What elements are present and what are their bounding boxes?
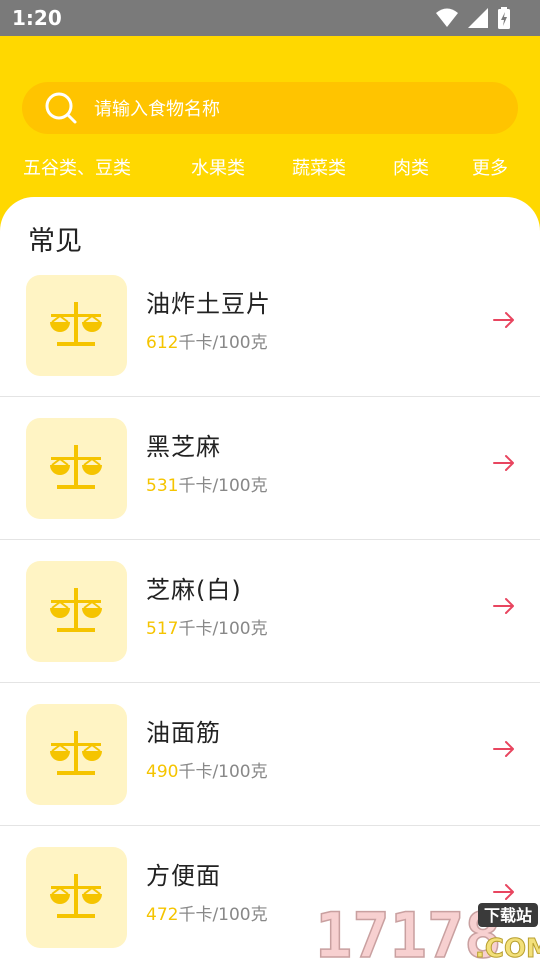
search-bar[interactable]: 请输入食物名称 — [22, 82, 518, 134]
arrow-right-icon[interactable] — [492, 739, 516, 759]
food-name: 芝麻(白) — [146, 576, 242, 604]
food-thumbnail — [26, 561, 127, 662]
calorie-unit: 千卡/100克 — [178, 476, 268, 496]
calorie-unit: 千卡/100克 — [178, 905, 268, 925]
balance-scale-icon — [50, 445, 102, 489]
food-item[interactable]: 油面筋 490千卡/100克 — [0, 683, 540, 826]
food-thumbnail — [26, 275, 127, 376]
signal-icon — [468, 8, 488, 28]
calorie-unit: 千卡/100克 — [178, 619, 268, 639]
arrow-right-icon[interactable] — [492, 596, 516, 616]
calorie-value: 517 — [146, 619, 179, 639]
calorie-value: 531 — [146, 476, 179, 496]
food-name: 黑芝麻 — [146, 433, 221, 461]
food-calories: 517千卡/100克 — [146, 614, 268, 639]
watermark-domain: .COM — [475, 934, 540, 960]
tab-grains-beans[interactable]: 五谷类、豆类 — [23, 154, 131, 180]
food-name: 油面筋 — [146, 719, 221, 747]
balance-scale-icon — [50, 731, 102, 775]
food-name: 方便面 — [146, 862, 221, 890]
food-thumbnail — [26, 847, 127, 948]
watermark-logo: 17178 下载站 .COM — [315, 898, 540, 960]
watermark-badge: 下载站 — [484, 906, 532, 925]
status-time: 1:20 — [12, 6, 62, 30]
calorie-unit: 千卡/100克 — [178, 333, 268, 353]
balance-scale-icon — [50, 302, 102, 346]
food-name: 油炸土豆片 — [146, 290, 271, 318]
wifi-icon — [436, 8, 458, 27]
food-calories: 612千卡/100克 — [146, 328, 268, 353]
food-calories: 472千卡/100克 — [146, 900, 268, 925]
tab-meat[interactable]: 肉类 — [393, 154, 429, 180]
calorie-value: 472 — [146, 905, 179, 925]
food-item[interactable]: 油炸土豆片 612千卡/100克 — [0, 254, 540, 397]
tab-vegetables[interactable]: 蔬菜类 — [292, 154, 346, 180]
status-bar: 1:20 — [0, 0, 540, 36]
food-item[interactable]: 黑芝麻 531千卡/100克 — [0, 397, 540, 540]
food-thumbnail — [26, 418, 127, 519]
calorie-unit: 千卡/100克 — [178, 762, 268, 782]
arrow-right-icon[interactable] — [492, 453, 516, 473]
food-calories: 531千卡/100克 — [146, 471, 268, 496]
tab-more[interactable]: 更多 — [472, 154, 508, 180]
tab-fruits[interactable]: 水果类 — [191, 154, 245, 180]
calorie-value: 490 — [146, 762, 179, 782]
search-input[interactable]: 请输入食物名称 — [94, 95, 220, 121]
search-icon — [45, 92, 77, 124]
watermark-number: 17178 — [315, 899, 502, 960]
food-calories: 490千卡/100克 — [146, 757, 268, 782]
battery-icon — [498, 7, 510, 29]
calorie-value: 612 — [146, 333, 179, 353]
balance-scale-icon — [50, 874, 102, 918]
food-list-card: 常见 油炸土豆片 612千卡/100克 黑芝麻 531千卡/100克 芝麻(白)… — [0, 197, 540, 960]
balance-scale-icon — [50, 588, 102, 632]
category-tabs: 五谷类、豆类 水果类 蔬菜类 肉类 更多 — [0, 154, 540, 190]
food-thumbnail — [26, 704, 127, 805]
arrow-right-icon[interactable] — [492, 310, 516, 330]
status-icons — [436, 7, 510, 29]
food-item[interactable]: 芝麻(白) 517千卡/100克 — [0, 540, 540, 683]
section-title: 常见 — [28, 226, 82, 257]
